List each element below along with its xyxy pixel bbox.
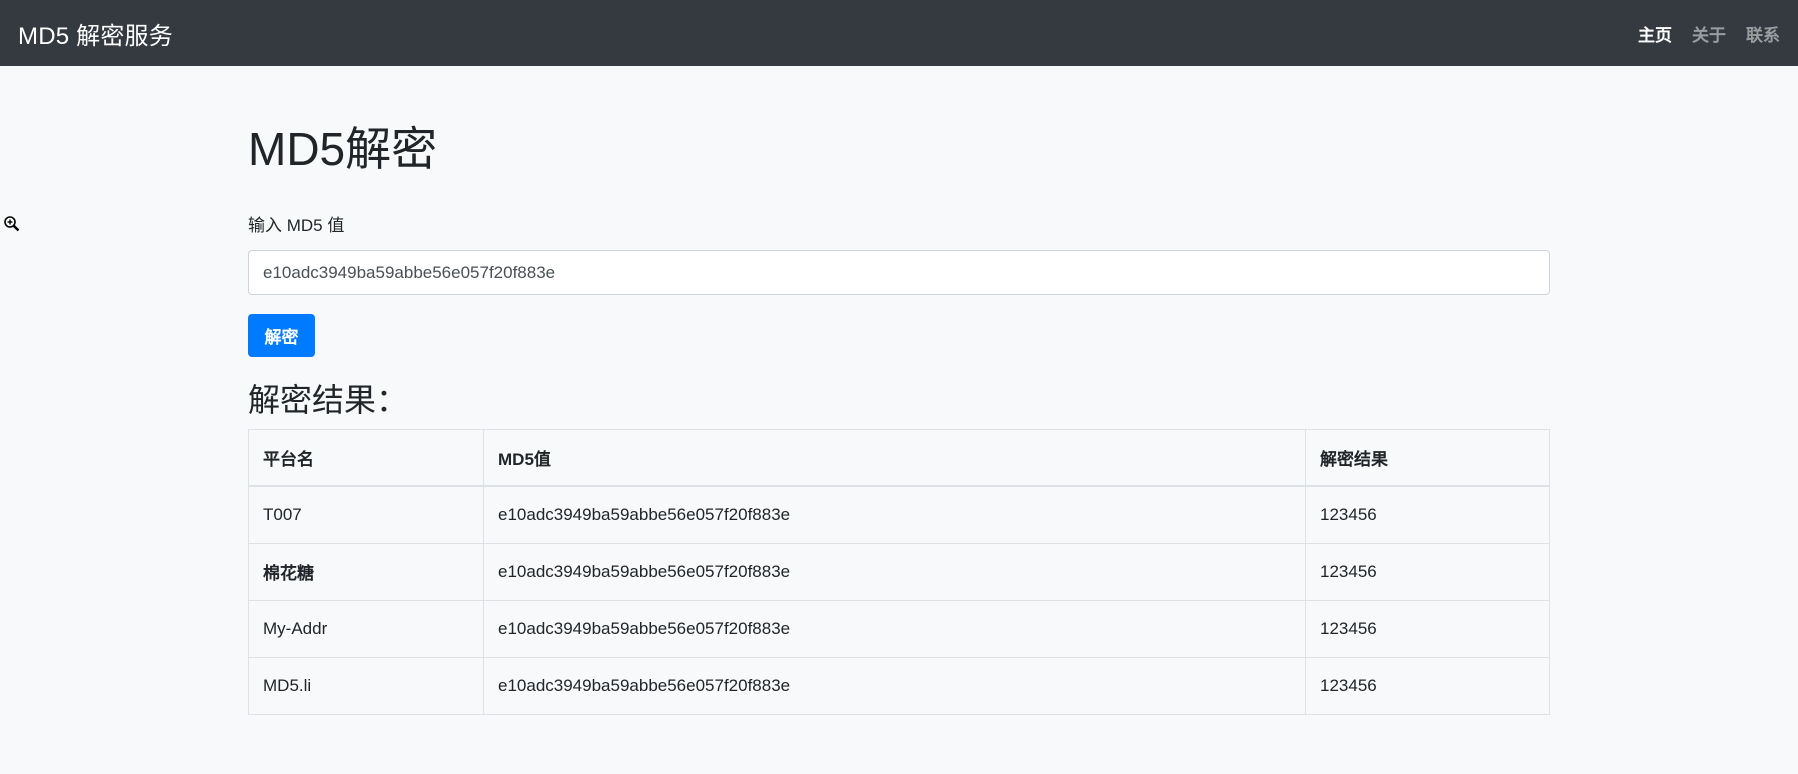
nav-link-contact[interactable]: 联系	[1746, 21, 1780, 46]
table-row: My-Addr e10adc3949ba59abbe56e057f20f883e…	[248, 599, 1550, 658]
cell-result: 123456	[1305, 599, 1550, 658]
table-row: 棉花糖 e10adc3949ba59abbe56e057f20f883e 123…	[248, 542, 1550, 601]
cell-result: 123456	[1305, 485, 1550, 544]
navbar: MD5 解密服务 主页 关于 联系	[0, 0, 1798, 66]
cell-md5: e10adc3949ba59abbe56e057f20f883e	[483, 656, 1306, 715]
results-table: 平台名 MD5值 解密结果 T007 e10adc3949ba59abbe56e…	[248, 428, 1550, 715]
cell-md5: e10adc3949ba59abbe56e057f20f883e	[483, 542, 1306, 601]
cell-platform: My-Addr	[248, 599, 484, 658]
table-row: MD5.li e10adc3949ba59abbe56e057f20f883e …	[248, 656, 1550, 715]
table-header-row: 平台名 MD5值 解密结果	[248, 428, 1550, 488]
cell-md5: e10adc3949ba59abbe56e057f20f883e	[483, 599, 1306, 658]
cell-platform: 棉花糖	[248, 542, 484, 601]
cell-result: 123456	[1305, 542, 1550, 601]
table-row: T007 e10adc3949ba59abbe56e057f20f883e 12…	[248, 485, 1550, 544]
md5-input[interactable]	[248, 250, 1550, 296]
header-platform: 平台名	[248, 428, 484, 488]
decrypt-button[interactable]: 解密	[248, 314, 315, 358]
cell-platform: MD5.li	[248, 656, 484, 715]
nav-link-about[interactable]: 关于	[1692, 21, 1726, 46]
results-heading: 解密结果：	[248, 382, 409, 419]
cell-result: 123456	[1305, 656, 1550, 715]
cell-md5: e10adc3949ba59abbe56e057f20f883e	[483, 485, 1306, 544]
nav-link-home[interactable]: 主页	[1638, 21, 1672, 46]
header-md5: MD5值	[483, 428, 1306, 488]
navbar-brand[interactable]: MD5 解密服务	[18, 16, 173, 51]
cell-platform: T007	[248, 485, 484, 544]
zoom-in-icon	[4, 216, 20, 232]
main-container: MD5解密 输入 MD5 值 解密 解密结果： 平台名 MD5值 解密结果 T0…	[248, 66, 1550, 715]
page-title: MD5解密	[248, 123, 438, 175]
md5-input-label: 输入 MD5 值	[248, 216, 345, 236]
nav-links: 主页 关于 联系	[1638, 21, 1780, 46]
header-result: 解密结果	[1305, 428, 1550, 488]
